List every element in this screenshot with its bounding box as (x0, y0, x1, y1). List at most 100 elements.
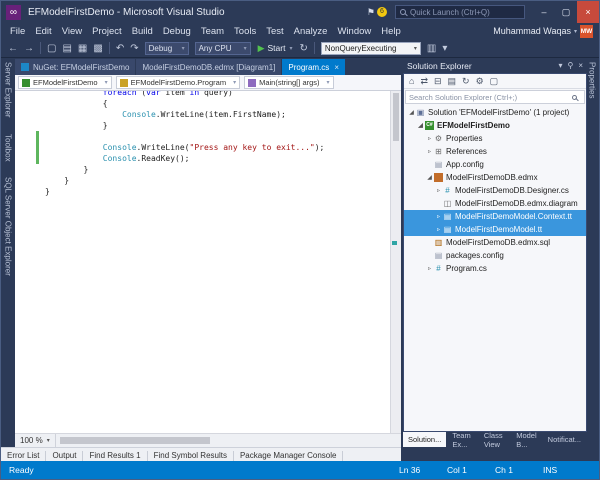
scrollbar-thumb[interactable] (60, 437, 210, 444)
code-line[interactable]: } (15, 175, 401, 186)
database-icon[interactable]: ▥ (424, 43, 439, 54)
close-icon[interactable]: × (334, 63, 339, 72)
properties-icon[interactable]: ⚙ (476, 74, 484, 89)
solution-explorer-header[interactable]: Solution Explorer ▾⚲× (403, 58, 587, 73)
panel-tab-find-results-1[interactable]: Find Results 1 (83, 451, 147, 461)
preview-icon[interactable]: ▢ (490, 74, 499, 89)
home-icon[interactable]: ⌂ (409, 74, 414, 89)
scrollbar-thumb[interactable] (393, 93, 399, 141)
code-line[interactable]: Console.ReadKey(); (15, 153, 401, 164)
code-line[interactable]: Console.WriteLine("Press any key to exit… (15, 142, 401, 153)
collapsed-arrow-icon[interactable]: ▹ (434, 226, 443, 233)
minimize-button[interactable]: ‒ (533, 1, 555, 23)
menu-team[interactable]: Team (196, 24, 229, 39)
solution-explorer-search-input[interactable]: Search Solution Explorer (Ctrl+;) (405, 90, 585, 104)
tree-item[interactable]: ▹⊞References (404, 145, 586, 158)
expanded-arrow-icon[interactable]: ◢ (407, 109, 416, 116)
collapsed-arrow-icon[interactable]: ▹ (434, 187, 443, 194)
show-all-files-icon[interactable]: ▤ (448, 74, 457, 89)
code-line[interactable]: } (15, 120, 401, 131)
configuration-combo[interactable]: Debug▾ (145, 42, 189, 55)
close-button[interactable]: × (577, 1, 599, 23)
menu-test[interactable]: Test (261, 24, 288, 39)
code-line[interactable]: { (15, 98, 401, 109)
panel-tab[interactable]: Class View (479, 432, 510, 447)
menu-help[interactable]: Help (376, 24, 406, 39)
notifications-flag-icon[interactable]: ⚑ (367, 7, 375, 18)
doc-tab[interactable]: Program.cs× (282, 59, 345, 75)
panel-tab-error-list[interactable]: Error List (1, 451, 46, 461)
tool-tab-toolbox[interactable]: Toolbox (4, 134, 13, 162)
maximize-button[interactable]: ▢ (555, 1, 577, 23)
menu-tools[interactable]: Tools (229, 24, 261, 39)
forward-icon[interactable]: → (21, 43, 37, 54)
tree-item[interactable]: ▹▤ModelFirstDemoModel.tt (404, 223, 586, 236)
back-icon[interactable]: ← (5, 43, 21, 54)
tree-item[interactable]: ◫ModelFirstDemoDB.edmx.diagram (404, 197, 586, 210)
platform-combo[interactable]: Any CPU▾ (195, 42, 251, 55)
type-dropdown[interactable]: EFModelFirstDemo.Program ▾ (116, 76, 240, 89)
tree-item[interactable]: ▹▤ModelFirstDemoModel.Context.tt (404, 210, 586, 223)
chevron-down-icon[interactable]: ▾ (558, 61, 562, 70)
code-line[interactable]: foreach (var item in query) (15, 91, 401, 98)
open-file-icon[interactable]: ▤ (59, 43, 74, 54)
collapsed-arrow-icon[interactable]: ▹ (425, 135, 434, 142)
menu-debug[interactable]: Debug (158, 24, 196, 39)
switch-views-icon[interactable]: ⇄ (420, 74, 428, 89)
horizontal-scrollbar[interactable] (56, 434, 401, 447)
tree-item[interactable]: ◢ModelFirstDemoDB.edmx (404, 171, 586, 184)
close-icon[interactable]: × (578, 61, 583, 70)
vertical-scrollbar[interactable] (390, 91, 401, 433)
code-area[interactable]: foreach (var item in query) { Console.Wr… (15, 91, 401, 433)
expanded-arrow-icon[interactable]: ◢ (425, 174, 434, 181)
tree-item[interactable]: ◢▣Solution 'EFModelFirstDemo' (1 project… (404, 106, 586, 119)
panel-tab[interactable]: Notificat... (543, 432, 586, 447)
code-line[interactable] (15, 131, 401, 142)
menu-edit[interactable]: Edit (30, 24, 56, 39)
collapse-all-icon[interactable]: ⊟ (434, 74, 442, 89)
menu-analyze[interactable]: Analyze (289, 24, 333, 39)
menu-window[interactable]: Window (332, 24, 376, 39)
panel-tab[interactable]: Solution... (403, 432, 446, 447)
menu-view[interactable]: View (57, 24, 87, 39)
panel-tab-find-symbol-results[interactable]: Find Symbol Results (148, 451, 234, 461)
collapsed-arrow-icon[interactable]: ▹ (425, 265, 434, 272)
toolbar-options-icon[interactable]: ▾ (439, 43, 450, 54)
menu-file[interactable]: File (5, 24, 30, 39)
tree-item[interactable]: ▹#Program.cs (404, 262, 586, 275)
menu-build[interactable]: Build (127, 24, 158, 39)
user-name[interactable]: Muhammad Waqas (493, 26, 571, 36)
save-icon[interactable]: ▦ (75, 43, 90, 54)
tool-tab-properties[interactable]: Properties (588, 62, 597, 98)
menu-project[interactable]: Project (87, 24, 127, 39)
pin-icon[interactable]: ⚲ (567, 61, 573, 70)
code-line[interactable]: } (15, 186, 401, 197)
tool-tab-sql-server-object-explorer[interactable]: SQL Server Object Explorer (4, 177, 13, 276)
code-line[interactable]: Console.WriteLine(item.FirstName); (15, 109, 401, 120)
tool-tab-server-explorer[interactable]: Server Explorer (4, 62, 13, 118)
quick-launch-input[interactable]: Quick Launch (Ctrl+Q) (395, 5, 525, 19)
doc-tab[interactable]: ModelFirstDemoDB.edmx [Diagram1] (136, 59, 281, 75)
expanded-arrow-icon[interactable]: ◢ (416, 122, 425, 129)
tree-item[interactable]: ▹⚙Properties (404, 132, 586, 145)
tree-item[interactable]: ▤App.config (404, 158, 586, 171)
tree-item[interactable]: ▤packages.config (404, 249, 586, 262)
redo-icon[interactable]: ↷ (127, 43, 141, 54)
panel-tab-package-manager-console[interactable]: Package Manager Console (234, 451, 344, 461)
notification-count-badge[interactable]: 6 (377, 7, 387, 17)
collapsed-arrow-icon[interactable]: ▹ (425, 148, 434, 155)
member-dropdown[interactable]: Main(string[] args) ▾ (244, 76, 333, 89)
refresh-icon[interactable]: ↻ (462, 74, 470, 89)
tree-item[interactable]: ◢C#EFModelFirstDemo (404, 119, 586, 132)
panel-tab[interactable]: Model B... (511, 432, 541, 447)
debug-history-icon[interactable]: ↻ (296, 43, 310, 54)
zoom-dropdown[interactable]: 100 % ▾ (15, 434, 56, 447)
collapsed-arrow-icon[interactable]: ▹ (434, 213, 443, 220)
tree-item[interactable]: ▥ModelFirstDemoDB.edmx.sql (404, 236, 586, 249)
panel-tab[interactable]: Team Ex... (447, 432, 477, 447)
avatar[interactable]: MW (580, 25, 593, 38)
save-all-icon[interactable]: ▩ (90, 43, 105, 54)
panel-tab-output[interactable]: Output (46, 451, 83, 461)
doc-tab[interactable]: NuGet: EFModelFirstDemo (15, 59, 135, 75)
new-file-icon[interactable]: ▢ (44, 43, 59, 54)
